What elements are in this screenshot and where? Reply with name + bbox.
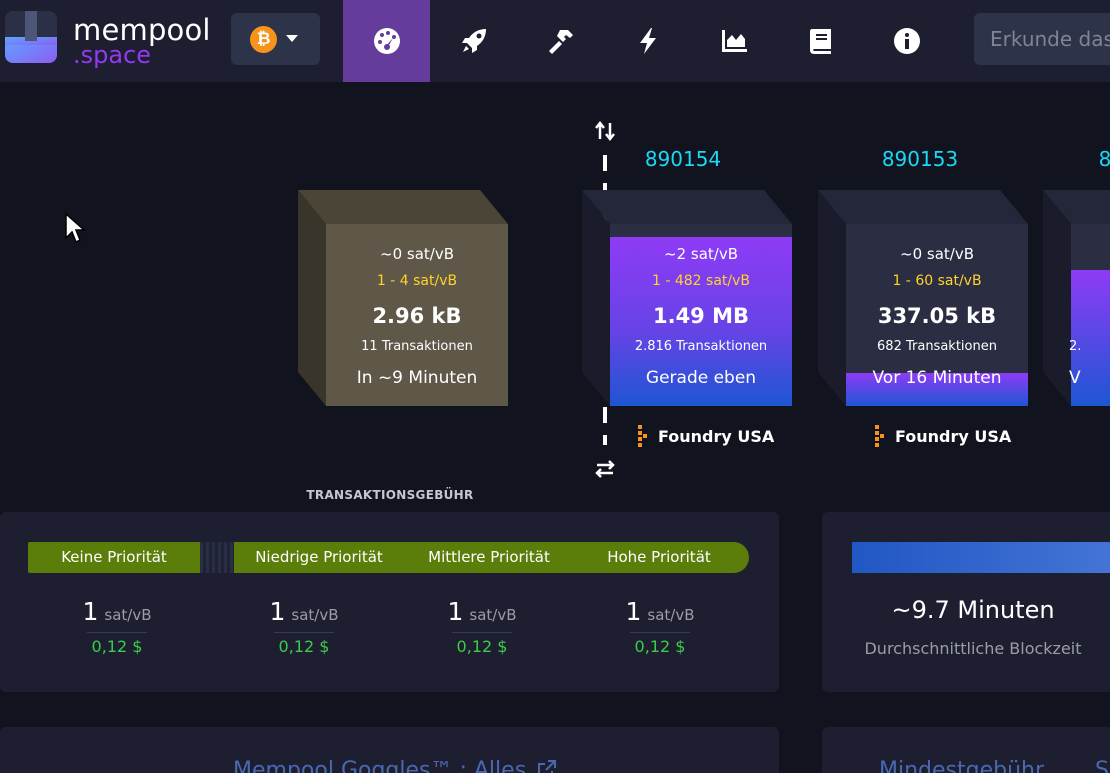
chart-icon [721, 30, 747, 52]
block-fee-range: 1 - 60 sat/vB [892, 273, 982, 289]
fee-unit: sat/vB [469, 606, 517, 624]
second-fee-label: S [1095, 758, 1109, 773]
block-tx-count: 2.816 Transaktionen [634, 339, 768, 354]
mempool-block-info: ~0 sat/vB 1 - 4 sat/vB 2.96 kB 11 Transa… [326, 236, 508, 406]
fee-value: 1 [447, 597, 464, 626]
fee-unit: sat/vB [647, 606, 695, 624]
mouse-cursor-icon [65, 212, 86, 244]
fee-divider [452, 632, 512, 633]
block-time: Vor 16 Minuten [872, 368, 1002, 388]
search-input[interactable] [974, 13, 1110, 65]
block-time: Gerade eben [645, 368, 757, 388]
priority-label-high: Hohe Priorität [607, 548, 711, 566]
nav-accelerator[interactable] [430, 0, 517, 82]
priority-label-medium: Mittlere Priorität [428, 548, 550, 566]
mined-block[interactable]: ~0 sat/vB 1 - 60 sat/vB 337.05 kB 682 Tr… [818, 190, 1028, 406]
goggles-title: Mempool Goggles™ : Alles [233, 758, 527, 773]
fee-unit: sat/vB [104, 606, 152, 624]
nav-graphs[interactable] [690, 0, 777, 82]
block-median-fee: ~0 sat/vB [380, 245, 454, 263]
foundry-logo-icon [875, 425, 884, 447]
block-time: V [1069, 368, 1081, 388]
fee-section-heading: TRANSAKTIONSGEBÜHR [306, 488, 474, 502]
nav-about[interactable] [863, 0, 950, 82]
mined-block-info: ~0 sat/vB 1 - 60 sat/vB 337.05 kB 682 Tr… [846, 236, 1028, 406]
mining-pool-name: Foundry USA [895, 426, 1012, 446]
fee-usd: 0,12 $ [456, 637, 508, 656]
block-median-fee: ~2 sat/vB [664, 245, 738, 263]
priority-label-low: Niedrige Priorität [255, 548, 383, 566]
external-link-icon [538, 760, 557, 773]
block-height-link[interactable]: 890153 [845, 147, 995, 171]
block-eta: In ~9 Minuten [356, 368, 478, 388]
nav-dashboard[interactable] [343, 0, 430, 82]
mining-pool-link[interactable]: Foundry USA [636, 424, 774, 448]
top-navbar: mempool .space ₿ [0, 0, 1110, 82]
block-tx-count: 11 Transaktionen [361, 339, 473, 354]
block-height-link[interactable]: 8 [1030, 147, 1110, 171]
swap-horizontal-icon[interactable] [594, 458, 616, 480]
block-tx-count: 682 Transaktionen [877, 339, 997, 354]
book-icon [809, 29, 831, 54]
mining-pool-name: Foundry USA [658, 426, 775, 446]
min-fee-title: Mindestgebühr S [879, 758, 1109, 773]
fee-divider [630, 632, 690, 633]
mempool-block[interactable]: ~0 sat/vB 1 - 4 sat/vB 2.96 kB 11 Transa… [298, 190, 508, 406]
block-size: 2.96 kB [372, 304, 462, 328]
swap-vertical-icon[interactable] [594, 120, 616, 142]
mined-block[interactable]: 2. V [1043, 190, 1110, 406]
dashboard-icon [373, 28, 400, 54]
hammer-icon [548, 30, 573, 54]
nav-docs[interactable] [777, 0, 864, 82]
average-block-time-label: Durchschnittliche Blockzeit [864, 639, 1082, 658]
lightning-icon [639, 28, 656, 54]
info-icon [893, 28, 920, 54]
fee-unit: sat/vB [291, 606, 339, 624]
priority-label-none: Keine Priorität [61, 548, 167, 566]
mempool-logo[interactable]: mempool .space [5, 11, 215, 68]
fee-usd: 0,12 $ [634, 637, 686, 656]
nav-mining[interactable] [517, 0, 604, 82]
mined-block-info: ~2 sat/vB 1 - 482 sat/vB 1.49 MB 2.816 T… [610, 236, 792, 406]
block-tx-count: 2. [1069, 339, 1082, 354]
caret-down-icon [286, 35, 298, 42]
difficulty-progress-bar [852, 542, 1110, 573]
fee-value: 1 [82, 597, 99, 626]
fee-value: 1 [625, 597, 642, 626]
nav-lightning[interactable] [604, 0, 691, 82]
fee-divider [274, 632, 334, 633]
logo-icon [5, 11, 57, 63]
block-size: 337.05 kB [877, 304, 997, 328]
block-median-fee: ~0 sat/vB [900, 245, 974, 263]
fee-value: 1 [269, 597, 286, 626]
fee-divider [87, 632, 147, 633]
rocket-icon [461, 29, 486, 53]
mining-pool-link[interactable]: Foundry USA [873, 424, 1011, 448]
goggles-title-link[interactable]: Mempool Goggles™ : Alles [233, 758, 557, 773]
mined-block[interactable]: ~2 sat/vB 1 - 482 sat/vB 1.49 MB 2.816 T… [582, 190, 792, 406]
mined-block-info: 2. V [1069, 236, 1110, 406]
fee-usd: 0,12 $ [91, 637, 143, 656]
bitcoin-icon: ₿ [250, 26, 277, 53]
priority-gap [200, 542, 234, 573]
block-fee-range: 1 - 4 sat/vB [376, 273, 458, 289]
fee-estimate-high: 1 sat/vB 0,12 $ [600, 597, 720, 656]
logo-text-space: .space [73, 41, 152, 69]
fee-estimate-low: 1 sat/vB 0,12 $ [244, 597, 364, 656]
network-selector[interactable]: ₿ [231, 13, 320, 65]
block-size: 1.49 MB [652, 304, 750, 328]
fee-estimate-medium: 1 sat/vB 0,12 $ [422, 597, 542, 656]
foundry-logo-icon [638, 425, 647, 447]
block-height-link[interactable]: 890154 [608, 147, 758, 171]
fee-usd: 0,12 $ [278, 637, 330, 656]
average-block-time: ~9.7 Minuten [891, 596, 1055, 624]
min-fee-label: Mindestgebühr [879, 758, 1045, 773]
block-fee-range: 1 - 482 sat/vB [652, 273, 750, 289]
fee-estimate-none: 1 sat/vB 0,12 $ [57, 597, 177, 656]
